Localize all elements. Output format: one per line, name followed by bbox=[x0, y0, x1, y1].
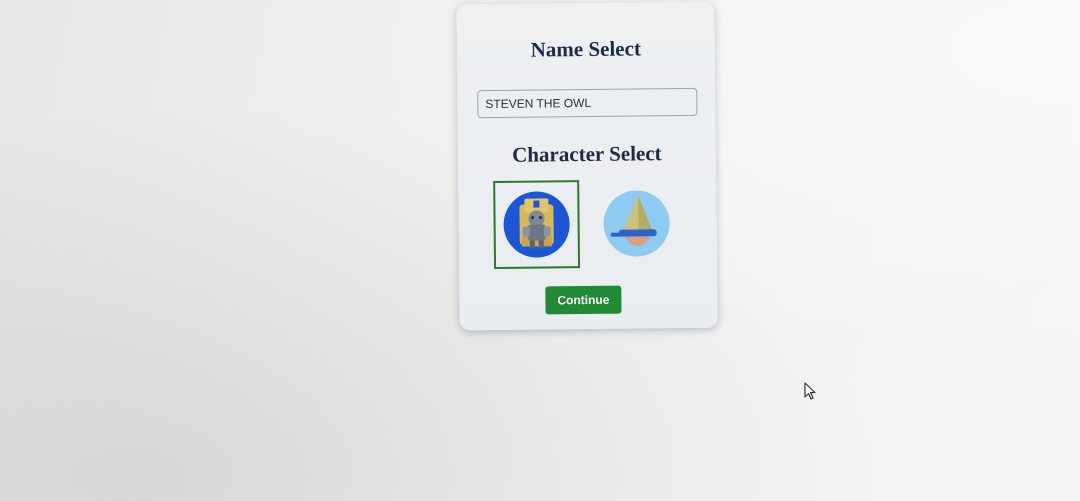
setup-card: Name Select Character Select bbox=[456, 1, 718, 331]
character-option-knight[interactable] bbox=[493, 180, 581, 269]
continue-button[interactable]: Continue bbox=[545, 285, 622, 315]
character-options bbox=[493, 179, 684, 273]
character-select-title: Character Select bbox=[512, 141, 662, 167]
name-input[interactable] bbox=[477, 87, 698, 119]
name-select-title: Name Select bbox=[530, 36, 641, 62]
knight-throne-avatar-icon bbox=[503, 191, 570, 258]
character-option-wizard[interactable] bbox=[593, 179, 680, 268]
mouse-cursor-icon bbox=[804, 382, 816, 400]
wizard-hat-avatar-icon bbox=[603, 190, 670, 257]
